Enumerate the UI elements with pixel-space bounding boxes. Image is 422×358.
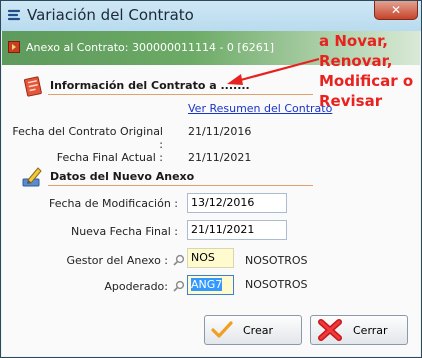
- annotation-line: Modificar o: [319, 72, 414, 90]
- section-divider: [48, 185, 313, 186]
- current-end-date-value: 21/11/2021: [188, 151, 252, 164]
- attorney-label: Apoderado:: [104, 280, 168, 293]
- selected-text: ANG7: [191, 278, 223, 291]
- attorney-name: NOSOTROS: [245, 278, 308, 291]
- original-date-value: 21/11/2016: [188, 125, 252, 138]
- annex-manager-code-field[interactable]: NOS: [187, 248, 234, 268]
- close-dialog-button[interactable]: Cerrar: [310, 315, 408, 345]
- modification-date-field[interactable]: 13/12/2016: [187, 193, 287, 213]
- app-icon: [7, 9, 21, 21]
- original-date-label: Fecha del Contrato Original :: [12, 125, 163, 151]
- close-dialog-button-label: Cerrar: [353, 323, 388, 337]
- search-icon[interactable]: [173, 254, 185, 266]
- annotation-line: Revisar: [319, 92, 383, 110]
- annex-manager-label: Gestor del Anexo :: [66, 254, 168, 267]
- annotation-arrow: [227, 57, 320, 85]
- title-bar[interactable]: Variación del Contrato ✕: [1, 1, 421, 31]
- create-button-label: Crear: [243, 323, 273, 337]
- search-icon[interactable]: [173, 280, 185, 292]
- cross-icon: [318, 319, 342, 341]
- document-icon: [8, 41, 20, 53]
- contract-variation-window: Variación del Contrato ✕ Anexo al Contra…: [0, 0, 422, 358]
- current-end-date-label: Fecha Final Actual :: [56, 151, 163, 164]
- close-button[interactable]: ✕: [374, 1, 418, 20]
- annex-manager-name: NOSOTROS: [245, 254, 308, 267]
- annotation-line: Renovar,: [319, 52, 393, 70]
- modification-date-label: Fecha de Modificación :: [49, 197, 178, 210]
- edit-pencil-icon: [22, 167, 42, 187]
- annotation-text: a Novar, Renovar, Modificar o Revisar: [319, 31, 413, 111]
- checkmark-icon: [211, 321, 233, 338]
- section-divider: [48, 94, 313, 95]
- new-end-date-label: Nueva Fecha Final :: [70, 225, 178, 238]
- new-annex-title: Datos del Nuevo Anexo: [50, 170, 195, 183]
- new-end-date-field[interactable]: 21/11/2021: [187, 220, 287, 240]
- contract-info-title: Información del Contrato a .......: [50, 79, 250, 92]
- annotation-line: a Novar,: [319, 32, 388, 50]
- contract-info-icon: [23, 76, 42, 97]
- attorney-code-field[interactable]: ANG7: [187, 275, 234, 295]
- window-title: Variación del Contrato: [27, 6, 194, 24]
- contract-summary-link[interactable]: Ver Resumen del Contrato: [188, 102, 332, 115]
- create-button[interactable]: Crear: [204, 315, 302, 345]
- close-icon: ✕: [390, 3, 402, 17]
